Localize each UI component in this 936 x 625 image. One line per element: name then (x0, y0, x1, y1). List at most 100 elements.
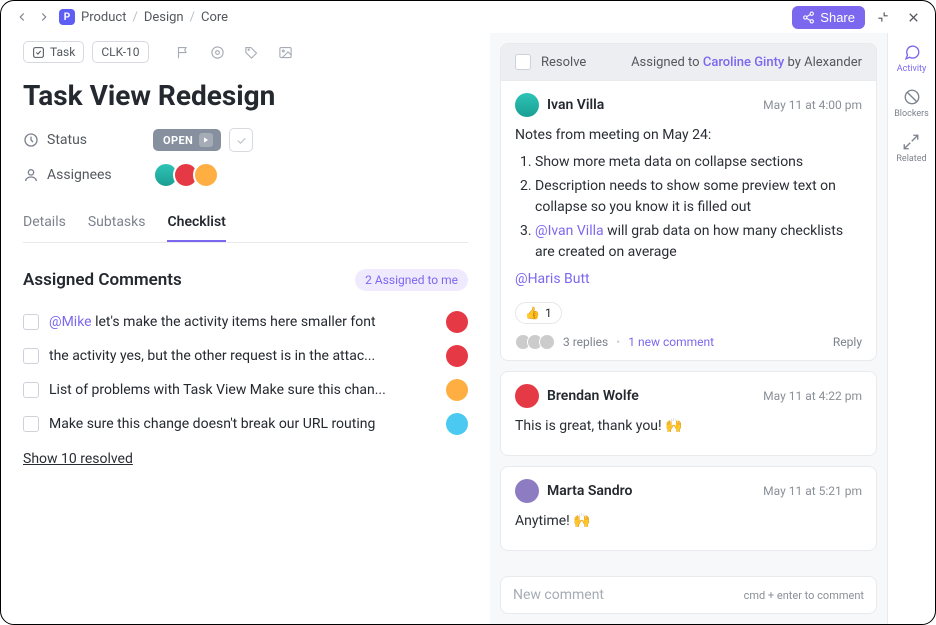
nav-forward-button[interactable] (33, 6, 55, 28)
task-id-pill[interactable]: CLK-10 (92, 41, 148, 63)
reply-avatars[interactable] (515, 334, 555, 350)
assignees-row: Assignees (23, 162, 468, 188)
page-title[interactable]: Task View Redesign (23, 79, 468, 112)
image-button[interactable] (273, 39, 299, 65)
list-item[interactable]: Make sure this change doesn't break our … (23, 407, 468, 441)
nav-back-button[interactable] (11, 6, 33, 28)
body: Task CLK-10 Task View Redesign Status OP… (1, 33, 935, 624)
list-item-text: Make sure this change doesn't break our … (49, 416, 436, 432)
space-icon: P (59, 9, 75, 25)
avatar[interactable] (515, 93, 539, 117)
assignees-label: Assignees (23, 167, 153, 183)
assignee-link[interactable]: Caroline Ginty (703, 55, 784, 70)
comment-card: Marta Sandro May 11 at 5:21 pm Anytime! … (500, 466, 877, 551)
collapse-button[interactable] (871, 5, 895, 29)
list-item[interactable]: List of problems with Task View Make sur… (23, 373, 468, 407)
section-title: Assigned Comments (23, 270, 182, 290)
crumb-2[interactable]: Core (201, 10, 228, 25)
thread-footer: 3 replies • 1 new comment Reply (515, 334, 862, 350)
resolve-label: Resolve (541, 55, 586, 70)
link-icon (902, 133, 920, 151)
checkbox[interactable] (23, 348, 39, 364)
avatar[interactable] (515, 479, 539, 503)
list-item-text: @Mike let's make the activity items here… (49, 314, 436, 330)
comment-list: @Mike let's make the activity items here… (23, 305, 468, 441)
composer-hint: cmd + enter to comment (744, 589, 864, 602)
tab-subtasks[interactable]: Subtasks (88, 206, 146, 242)
side-rail: Activity Blockers Related (887, 33, 935, 624)
assignees-stack[interactable] (153, 162, 219, 188)
blocked-icon (903, 88, 921, 106)
comment-author[interactable]: Brendan Wolfe (547, 388, 639, 404)
topbar: P Product/ Design/ Core Share (1, 1, 935, 33)
chat-icon (903, 43, 921, 61)
resolve-checkbox[interactable] (515, 54, 531, 70)
tab-details[interactable]: Details (23, 206, 66, 242)
section-head: Assigned Comments 2 Assigned to me (23, 269, 468, 291)
thread-card: Ivan Villa May 11 at 4:00 pm Notes from … (500, 80, 877, 361)
avatar[interactable] (446, 379, 468, 401)
share-icon (802, 11, 815, 24)
rail-activity[interactable]: Activity (897, 43, 926, 74)
app-window: { "breadcrumbs": { "icon": "P", "items":… (0, 0, 936, 625)
comment-body: Notes from meeting on May 24: Show more … (515, 125, 862, 290)
comment-time: May 11 at 5:21 pm (763, 484, 862, 498)
crumb-0[interactable]: Product (81, 10, 126, 25)
rail-related[interactable]: Related (896, 133, 926, 164)
avatar[interactable] (446, 345, 468, 367)
estimate-button[interactable] (205, 39, 231, 65)
comment-card: Brendan Wolfe May 11 at 4:22 pm This is … (500, 371, 877, 456)
crumb-1[interactable]: Design (144, 10, 184, 25)
reaction-button[interactable]: 👍1 (515, 302, 562, 324)
avatar[interactable] (515, 384, 539, 408)
close-button[interactable] (901, 5, 925, 29)
share-button[interactable]: Share (792, 6, 865, 29)
comment-body: Anytime! 🙌 (515, 511, 862, 532)
list-item[interactable]: @Mike let's make the activity items here… (23, 305, 468, 339)
activity-panel: Resolve Assigned to Caroline Ginty by Al… (490, 33, 887, 624)
status-row: Status OPEN (23, 128, 468, 152)
person-icon (23, 167, 39, 183)
mention-link[interactable]: @Haris Butt (515, 269, 862, 290)
left-panel: Task CLK-10 Task View Redesign Status OP… (1, 33, 490, 624)
status-label: Status (23, 132, 153, 148)
checkbox[interactable] (23, 382, 39, 398)
right-wrap: Resolve Assigned to Caroline Ginty by Al… (490, 33, 935, 624)
rail-blockers[interactable]: Blockers (894, 88, 929, 119)
assigned-badge[interactable]: 2 Assigned to me (355, 269, 468, 291)
tag-button[interactable] (239, 39, 265, 65)
list-item-text: List of problems with Task View Make sur… (49, 382, 436, 398)
status-chip[interactable]: OPEN (153, 129, 221, 151)
task-icon (32, 46, 45, 59)
assigned-to-text: Assigned to Caroline Ginty by Alexander (631, 55, 862, 70)
status-icon (23, 132, 39, 148)
comment-author[interactable]: Marta Sandro (547, 483, 632, 499)
comment-composer[interactable]: New comment cmd + enter to comment (500, 576, 877, 614)
list-item[interactable]: the activity yes, but the other request … (23, 339, 468, 373)
comment-body: This is great, thank you! 🙌 (515, 416, 862, 437)
tab-checklist[interactable]: Checklist (167, 206, 225, 242)
list-item-text: the activity yes, but the other request … (49, 348, 436, 364)
resolve-bar: Resolve Assigned to Caroline Ginty by Al… (500, 43, 877, 80)
comment-time: May 11 at 4:22 pm (763, 389, 862, 403)
mention-link[interactable]: @Ivan Villa (535, 223, 604, 239)
composer-placeholder: New comment (513, 587, 604, 603)
comment-author[interactable]: Ivan Villa (547, 97, 604, 113)
checkbox[interactable] (23, 416, 39, 432)
avatar[interactable] (446, 311, 468, 333)
checkbox[interactable] (23, 314, 39, 330)
avatar[interactable] (446, 413, 468, 435)
comment-time: May 11 at 4:00 pm (763, 98, 862, 112)
breadcrumb[interactable]: P Product/ Design/ Core (59, 9, 228, 25)
new-comment-link[interactable]: 1 new comment (628, 335, 714, 349)
avatar[interactable] (193, 162, 219, 188)
show-resolved-link[interactable]: Show 10 resolved (23, 451, 133, 467)
meta-row: Task CLK-10 (23, 39, 468, 65)
tabs: Details Subtasks Checklist (23, 206, 468, 243)
status-next-icon[interactable] (199, 133, 213, 147)
mark-complete-button[interactable] (229, 128, 253, 152)
task-type-pill[interactable]: Task (23, 41, 84, 63)
reply-button[interactable]: Reply (833, 335, 862, 349)
replies-count[interactable]: 3 replies (563, 335, 608, 349)
flag-button[interactable] (171, 39, 197, 65)
